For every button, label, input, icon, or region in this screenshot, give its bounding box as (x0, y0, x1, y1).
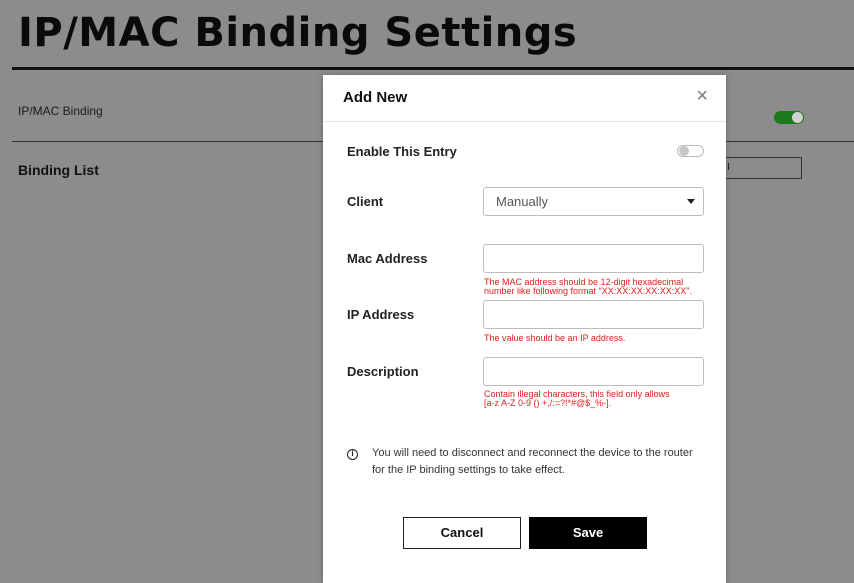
description-error: Contain illegal characters, this field o… (484, 390, 719, 408)
dialog-header: Add New × (323, 75, 726, 122)
info-message-line1: You will need to disconnect and reconnec… (372, 447, 693, 459)
cancel-button[interactable]: Cancel (403, 517, 521, 549)
mac-address-label: Mac Address (347, 251, 428, 266)
description-label: Description (347, 364, 419, 379)
client-label: Client (347, 194, 384, 209)
info-icon: i (347, 449, 358, 460)
binding-list-action-button[interactable]: I (720, 157, 802, 179)
chevron-down-icon (687, 199, 695, 204)
description-input[interactable] (483, 357, 704, 386)
mac-address-error: The MAC address should be 12-digit hexad… (484, 278, 719, 296)
enable-entry-label: Enable This Entry (347, 144, 457, 159)
enable-entry-toggle[interactable] (677, 145, 704, 157)
ip-mac-binding-label: IP/MAC Binding (18, 104, 103, 118)
description-error-line2: [a-z A-Z 0-9 () +,/:=?!*#@$_%-]. (484, 398, 612, 408)
save-button[interactable]: Save (529, 517, 647, 549)
info-message-line2: for the IP binding settings to take effe… (372, 464, 565, 476)
client-select-value: Manually (496, 194, 549, 209)
binding-list-title: Binding List (18, 162, 99, 178)
page-title: IP/MAC Binding Settings (18, 10, 578, 56)
title-divider (12, 67, 854, 70)
ip-address-error: The value should be an IP address. (484, 333, 626, 343)
info-message: You will need to disconnect and reconnec… (372, 445, 712, 479)
add-new-dialog: Add New × Enable This Entry Client Manua… (323, 75, 726, 583)
client-select[interactable]: Manually (483, 187, 704, 216)
ip-address-label: IP Address (347, 307, 415, 322)
mac-address-error-line2: number like following format "XX:XX:XX:X… (484, 286, 692, 296)
close-icon[interactable]: × (696, 85, 708, 108)
ip-address-input[interactable] (483, 300, 704, 329)
mac-address-input[interactable] (483, 244, 704, 273)
dialog-title: Add New (343, 89, 408, 106)
ip-mac-binding-toggle[interactable] (774, 111, 804, 124)
